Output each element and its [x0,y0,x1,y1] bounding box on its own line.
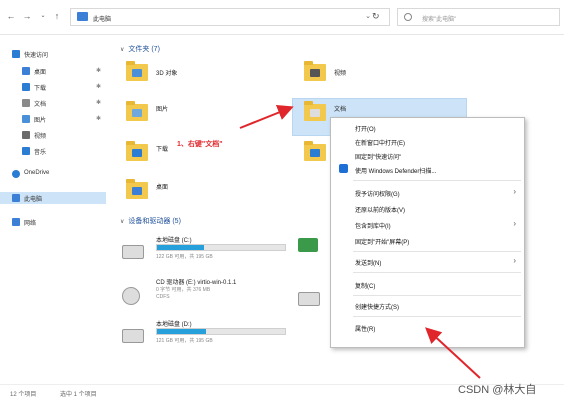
annotation-arrows [239,105,481,379]
arrow-to-properties [425,327,481,379]
item-count: 12 个项目 [10,392,37,398]
watermark: CSDN @林大自 [458,384,537,396]
arrow-to-documents [239,105,294,129]
selected-count: 选中 1 个项目 [60,392,97,398]
